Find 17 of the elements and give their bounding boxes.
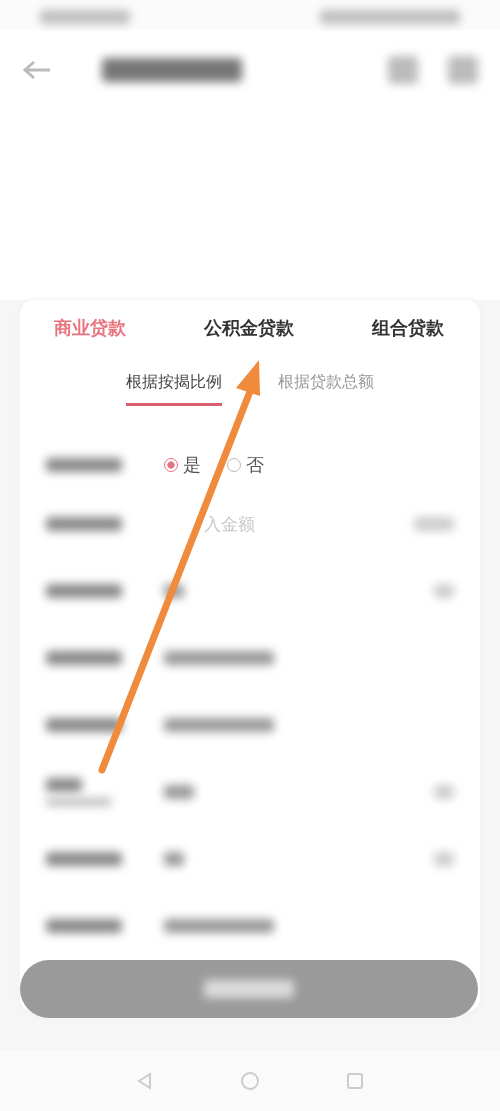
recents-icon[interactable] (345, 1070, 365, 1091)
radio-option[interactable]: 否 (227, 453, 264, 477)
unit-label (434, 851, 454, 866)
field-value (164, 851, 184, 866)
calculate-button[interactable] (20, 960, 478, 1018)
unit-label (414, 516, 454, 531)
back-arrow-icon[interactable] (22, 60, 52, 80)
loan-tab[interactable]: 公积金贷款 (204, 312, 294, 344)
field-label (46, 777, 82, 792)
field-note (46, 797, 112, 806)
unit-label (434, 583, 454, 598)
home-icon[interactable] (240, 1070, 260, 1091)
radio-option[interactable]: 是 (164, 453, 201, 477)
unit-label (434, 784, 454, 799)
mode-tab[interactable]: 根据按揭比例 (126, 372, 222, 406)
loan-tab[interactable]: 组合贷款 (372, 312, 444, 344)
field-value (164, 784, 194, 799)
